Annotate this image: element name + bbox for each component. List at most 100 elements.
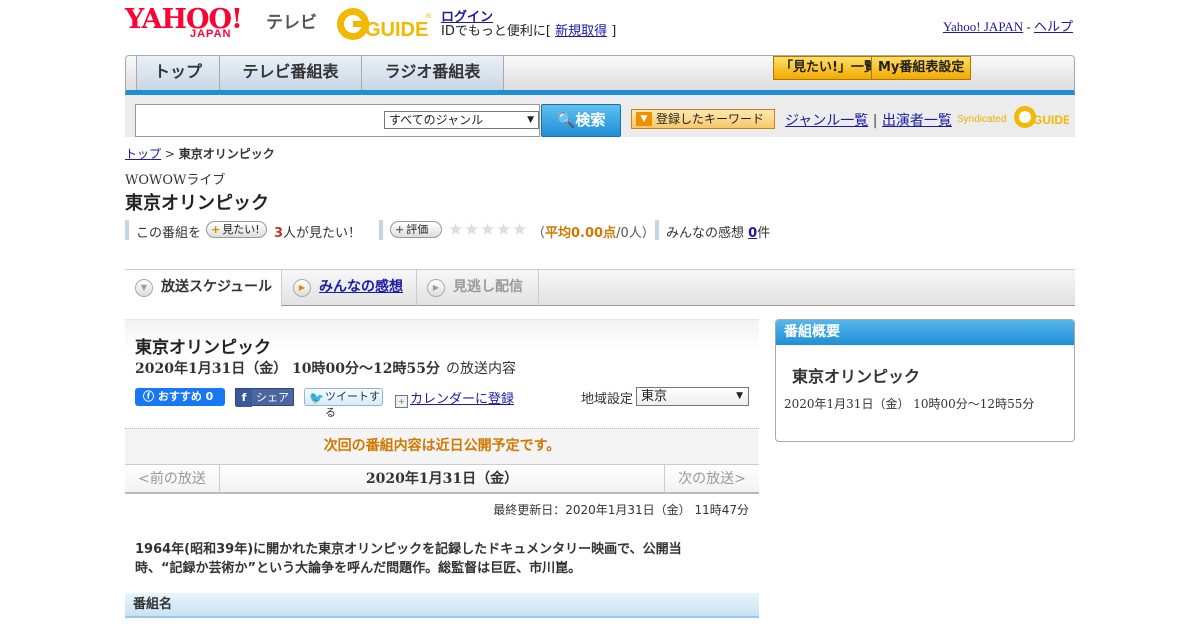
overview-heading: 番組概要 xyxy=(776,320,1074,345)
tab-vod-label: 見逃し配信 xyxy=(453,279,523,295)
card-title: 東京オリンピック xyxy=(135,338,271,358)
performer-list-link[interactable]: 出演者一覧 xyxy=(882,113,952,129)
region-select[interactable]: 東京 ▼ xyxy=(636,387,749,406)
star-icon: ★ xyxy=(512,220,528,240)
breadcrumb-current: 東京オリンピック xyxy=(178,147,275,161)
tab-impressions[interactable]: ▶ みんなの感想 xyxy=(283,270,417,306)
chevron-down-icon: ▼ xyxy=(135,279,153,297)
impressions-unit: 件 xyxy=(757,226,771,241)
signup-link[interactable]: 新規取得 xyxy=(555,24,607,39)
region-label: 地域設定 xyxy=(581,392,634,407)
schedule-date: 2020年1月31日（金） xyxy=(365,471,519,487)
divider-bar xyxy=(655,220,659,240)
facebook-share-button[interactable]: f シェア xyxy=(235,388,294,407)
id-message: IDでもっと便利に[ 新規取得 ] xyxy=(441,20,616,39)
tweet-button[interactable]: 🐦 ツイートする xyxy=(304,388,383,419)
card-datetime: 2020年1月31日（金） 10時00分～12時55分 の放送内容 xyxy=(135,358,516,378)
rating-people: /0人） xyxy=(616,226,655,241)
genre-list-link[interactable]: ジャンル一覧 xyxy=(785,113,868,129)
svg-text:GUIDE: GUIDE xyxy=(1033,113,1069,127)
breadcrumb-separator: > xyxy=(161,147,179,161)
impressions-label: みんなの感想 xyxy=(666,226,745,241)
rating-average: 平均0.00点 xyxy=(545,226,617,241)
plus-icon: + xyxy=(395,223,405,236)
overview-title: 東京オリンピック xyxy=(792,367,921,386)
gguide-logo-text: GUIDE xyxy=(365,19,428,41)
nav-tab-tv-schedule[interactable]: テレビ番組表 xyxy=(220,56,362,90)
star-icon: ★ xyxy=(480,220,496,240)
search-icon: 🔍 xyxy=(556,111,576,129)
want-count-text: 3人が見たい！ xyxy=(274,222,361,241)
facebook-share-label: シェア xyxy=(256,391,289,404)
registered-keyword-label: 登録したキーワード xyxy=(656,112,765,126)
calendar-label: カレンダーに登録 xyxy=(410,392,515,407)
syndicated-text: Syndicated xyxy=(957,114,1006,125)
breadcrumb-home-link[interactable]: トップ xyxy=(125,147,161,161)
page-title: 東京オリンピック xyxy=(125,193,269,214)
search-links: ジャンル一覧 | 出演者一覧 xyxy=(785,110,952,130)
help-link[interactable]: ヘルプ xyxy=(1034,19,1073,34)
prev-broadcast-link[interactable]: <前の放送 xyxy=(125,465,220,493)
impressions-summary: みんなの感想 0件 xyxy=(666,222,770,241)
want-button[interactable]: + 見たい! xyxy=(206,221,267,238)
facebook-recommend-button[interactable]: ⓕ おすすめ 0 xyxy=(135,388,225,406)
yahoo-japan-link[interactable]: Yahoo! JAPAN xyxy=(943,19,1023,34)
main-nav: トップ テレビ番組表 ラジオ番組表 「見たい!」一覧 My番組表設定 xyxy=(125,55,1075,95)
tab-vod[interactable]: ▶ 見逃し配信 xyxy=(417,270,539,306)
genre-select[interactable]: すべてのジャンル ▼ xyxy=(384,111,539,129)
search-button[interactable]: 🔍検索 xyxy=(541,104,621,137)
region-select-value: 東京 xyxy=(641,389,668,404)
want-prefix: この番組を xyxy=(136,226,202,241)
header-separator: - xyxy=(1023,19,1034,34)
calendar-link[interactable]: + カレンダーに登録 xyxy=(395,388,514,408)
next-broadcast-link[interactable]: 次の放送> xyxy=(664,465,759,493)
registered-keyword-button[interactable]: ▼ 登録したキーワード xyxy=(631,109,775,129)
star-icon: ★ xyxy=(464,220,480,240)
id-message-suffix: ] xyxy=(607,24,617,39)
card-datetime-suffix: の放送内容 xyxy=(446,361,516,377)
facebook-recommend-label: おすすめ 0 xyxy=(157,390,214,403)
header-links: Yahoo! JAPAN - ヘルプ xyxy=(943,16,1073,35)
tab-impressions-label: みんなの感想 xyxy=(319,279,403,295)
content-tabs: ▼ 放送スケジュール ▶ みんなの感想 ▶ 見逃し配信 xyxy=(125,269,1075,307)
svg-text:®: ® xyxy=(425,12,432,20)
twitter-bird-icon: 🐦 xyxy=(309,391,324,405)
nav-tab-top[interactable]: トップ xyxy=(136,56,220,90)
want-suffix: 人が見たい！ xyxy=(283,226,362,241)
play-circle-icon: ▶ xyxy=(293,279,311,297)
want-count: 3 xyxy=(274,226,284,241)
gguide-logo: GUIDE ® xyxy=(335,6,435,42)
divider-bar xyxy=(125,220,129,240)
section-heading-program-name: 番組名 xyxy=(125,593,759,618)
divider-bar xyxy=(379,220,383,240)
program-description: 1964年(昭和39年)に開かれた東京オリンピックを記録したドキュメンタリー映画… xyxy=(135,542,682,576)
calendar-icon: + xyxy=(395,395,408,408)
dropdown-arrow-icon: ▼ xyxy=(636,112,652,126)
search-button-label: 検索 xyxy=(575,111,606,129)
rating-row: この番組を + 見たい! 3人が見たい！ + 評価 ★ ★ ★ ★ ★ （平均0.0… xyxy=(125,220,825,241)
nav-tab-radio-schedule[interactable]: ラジオ番組表 xyxy=(362,56,504,90)
last-updated: 最終更新日：2020年1月31日（金） 11時47分 xyxy=(493,503,749,517)
tv-logo-text[interactable]: テレビ xyxy=(266,8,317,33)
overview-datetime: 2020年1月31日（金） 10時00分～12時55分 xyxy=(784,397,1035,411)
impressions-count-link[interactable]: 0 xyxy=(748,226,757,241)
schedule-nav: <前の放送 2020年1月31日（金） 次の放送> xyxy=(125,464,759,494)
facebook-icon: ⓕ xyxy=(143,390,154,403)
star-icon: ★ xyxy=(496,220,512,240)
rating-open: （ xyxy=(532,226,546,241)
want-button-label: 見たい! xyxy=(222,223,260,236)
syndicated-gguide-logo: Syndicated GUIDE xyxy=(957,104,1071,130)
my-schedule-settings-button[interactable]: My番組表設定 xyxy=(871,56,972,80)
dropdown-arrow-icon: ▼ xyxy=(736,391,743,401)
rating-summary: （平均0.00点/0人） xyxy=(532,222,655,241)
tab-schedule[interactable]: ▼ 放送スケジュール xyxy=(125,270,282,307)
program-overview-panel: 番組概要 東京オリンピック 2020年1月31日（金） 10時00分～12時55… xyxy=(775,319,1075,442)
links-divider: | xyxy=(868,113,882,129)
mitai-list-button[interactable]: 「見たい!」一覧 xyxy=(773,56,884,80)
star-icon: ★ xyxy=(448,220,464,240)
rate-button-label: 評価 xyxy=(406,223,429,236)
channel-name: WOWOWライブ xyxy=(125,173,226,188)
dropdown-arrow-icon: ▼ xyxy=(527,115,534,125)
breadcrumb: トップ > 東京オリンピック xyxy=(125,145,275,162)
rate-button[interactable]: + 評価 xyxy=(390,221,442,238)
